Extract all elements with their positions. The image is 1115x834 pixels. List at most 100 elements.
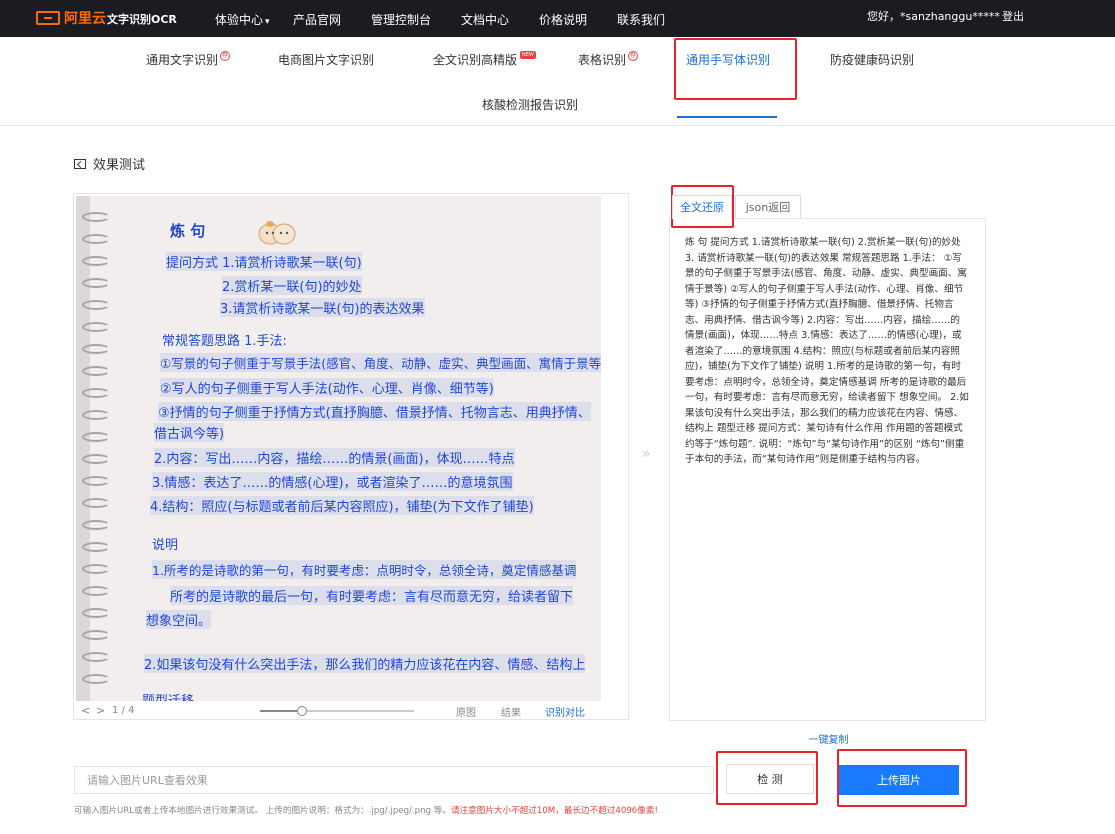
image-url-input[interactable] xyxy=(74,766,714,794)
ocr-line: 3.请赏析诗歌某一联(句)的表达效果 xyxy=(220,298,425,317)
spiral-ring xyxy=(82,366,110,376)
spiral-ring xyxy=(82,234,110,244)
tab-fulltext-restore[interactable]: 全文还原 xyxy=(672,195,732,219)
ocr-line: ②写人的句子侧重于写人手法(动作、心理、肖像、细节等) xyxy=(160,378,494,397)
aliyun-logo[interactable]: 阿里云 xyxy=(36,8,106,28)
ocr-line: 炼 句 xyxy=(170,222,206,240)
spiral-ring xyxy=(82,608,110,618)
view-compare-button[interactable]: 识别对比 xyxy=(545,704,585,719)
handwritten-note-image: 炼 句 提问方式 1.请赏析诗歌某一联(句) 2.赏析某一联(句)的妙处 3.请… xyxy=(76,196,601,701)
spiral-ring xyxy=(82,432,110,442)
highlight-box-detect xyxy=(716,751,818,805)
page-indicator: 1 / 4 xyxy=(112,705,135,716)
code-icon xyxy=(74,158,86,169)
spiral-ring xyxy=(82,652,110,662)
aliyun-logo-icon xyxy=(36,11,60,25)
hint-warning: 请注意图片大小不超过10M，最长边不超过4096像素! xyxy=(450,806,658,816)
zoom-slider-fill xyxy=(260,710,302,712)
spiral-ring xyxy=(82,278,110,288)
ocr-line: 2.内容：写出……内容，描绘……的情景(画面)，体现……特点 xyxy=(154,448,515,467)
nav-contact[interactable]: 联系我们 xyxy=(617,11,665,28)
zoom-slider-handle[interactable] xyxy=(297,706,307,716)
cartoon-sticker-icon xyxy=(258,221,296,245)
next-page-icon[interactable]: > xyxy=(96,704,105,717)
section-title: 效果测试 xyxy=(74,154,145,173)
ocr-line: 说明 xyxy=(152,538,179,553)
nav-experience-center[interactable]: 体验中心 ▾ xyxy=(215,11,270,28)
spiral-ring xyxy=(82,674,110,684)
product-name: 文字识别OCR xyxy=(107,13,177,26)
tab-nucleic-report[interactable]: 核酸检测报告识别 xyxy=(482,96,578,113)
copy-all-link[interactable]: 一键复制 xyxy=(670,731,987,746)
result-text-box: 炼 句 提问方式 1.请赏析诗歌某一联(句) 2.赏析某一联(句)的妙处 3. … xyxy=(669,218,986,746)
logo-text: 阿里云 xyxy=(64,11,106,27)
tab-label: 表格识别 xyxy=(578,53,627,67)
user-greeting: 您好，*sanzhanggu***** xyxy=(867,10,1000,23)
nav-console[interactable]: 管理控制台 xyxy=(371,11,431,28)
view-original-button[interactable]: 原图 xyxy=(456,704,476,719)
logout-link[interactable]: 登出 xyxy=(1002,8,1024,24)
ocr-line: 4.结构：照应(与标题或者前后某内容照应)，铺垫(为下文作了铺垫) xyxy=(150,496,534,515)
recommend-badge: 荐 xyxy=(628,51,639,61)
spiral-ring xyxy=(82,322,110,332)
ocr-type-tabs: 通用文字识别荐 电商图片文字识别 全文识别高精版 NEW 表格识别荐 通用手写体识… xyxy=(0,37,1115,126)
nav-docs[interactable]: 文档中心 xyxy=(461,11,509,28)
spiral-ring xyxy=(82,476,110,486)
zoom-slider[interactable] xyxy=(260,706,414,716)
spiral-ring xyxy=(82,454,110,464)
spiral-ring xyxy=(82,542,110,552)
tab-label: 全文识别高精版 xyxy=(433,53,518,67)
nav-product-site[interactable]: 产品官网 xyxy=(293,11,341,28)
tab-general-text[interactable]: 通用文字识别荐 xyxy=(146,51,231,68)
active-tab-underline xyxy=(677,116,777,118)
recognized-text: 炼 句 提问方式 1.请赏析诗歌某一联(句) 2.赏析某一联(句)的妙处 3. … xyxy=(685,237,969,465)
ocr-line: 常规答题思路 1.手法: xyxy=(162,334,287,349)
result-panel: 全文还原 json返回 炼 句 提问方式 1.请赏析诗歌某一联(句) 2.赏析某… xyxy=(669,191,986,746)
spiral-ring xyxy=(82,630,110,640)
tab-table[interactable]: 表格识别荐 xyxy=(578,51,639,68)
tab-json-return[interactable]: json返回 xyxy=(735,195,801,219)
spiral-ring xyxy=(82,564,110,574)
spiral-ring xyxy=(82,586,110,596)
hint-text: 可输入图片URL或者上传本地图片进行效果测试。 上传的图片说明：格式为：.jpg… xyxy=(74,806,451,816)
tab-ecommerce-text[interactable]: 电商图片文字识别 xyxy=(278,51,374,68)
double-chevron-right-icon: » xyxy=(642,446,651,462)
highlight-box-upload xyxy=(837,749,967,807)
tab-fulltext-hd[interactable]: 全文识别高精版 NEW xyxy=(433,51,536,68)
image-preview-panel: 炼 句 提问方式 1.请赏析诗歌某一联(句) 2.赏析某一联(句)的妙处 3.请… xyxy=(73,193,629,720)
ocr-line: 2.如果该句没有什么突出手法，那么我们的精力应该花在内容、情感、结构上 xyxy=(144,654,586,673)
new-badge: NEW xyxy=(520,51,536,59)
chevron-down-icon: ▾ xyxy=(265,17,270,27)
ocr-line: 3.情感：表达了……的情感(心理)，或者渲染了……的意境氛围 xyxy=(152,472,513,491)
view-result-button[interactable]: 结果 xyxy=(501,704,521,719)
nav-pricing[interactable]: 价格说明 xyxy=(539,11,587,28)
spiral-ring xyxy=(82,344,110,354)
tab-health-code[interactable]: 防疫健康码识别 xyxy=(830,51,914,68)
prev-page-icon[interactable]: < xyxy=(81,704,90,717)
ocr-line: 1.所考的是诗歌的第一句，有时要考虑：点明时令，总领全诗，奠定情感基调 xyxy=(152,560,577,579)
ocr-line: 题型迁移 xyxy=(142,690,194,701)
ocr-line: 2.赏析某一联(句)的妙处 xyxy=(222,276,362,295)
nav-label: 体验中心 xyxy=(215,13,264,27)
spiral-ring xyxy=(82,498,110,508)
ocr-line: ①写景的句子侧重于写景手法(感官、角度、动静、虚实、典型画面、寓情于景等) xyxy=(160,353,601,372)
ocr-line: 提问方式 1.请赏析诗歌某一联(句) xyxy=(166,252,362,271)
upload-hint: 可输入图片URL或者上传本地图片进行效果测试。 上传的图片说明：格式为：.jpg… xyxy=(74,804,658,816)
ocr-line: 借古讽今等) xyxy=(154,423,225,442)
image-controls: < > 1 / 4 原图 结果 识别对比 xyxy=(74,702,628,719)
ocr-line: ③抒情的句子侧重于抒情方式(直抒胸臆、借景抒情、托物言志、用典抒情、 xyxy=(158,402,591,421)
spiral-ring xyxy=(82,388,110,398)
spiral-ring xyxy=(82,410,110,420)
ocr-line: 所考的是诗歌的最后一句，有时要考虑：言有尽而意无穷，给读者留下 xyxy=(170,586,574,605)
recommend-badge: 荐 xyxy=(220,51,231,61)
ocr-line: 想象空间。 xyxy=(146,610,212,629)
spiral-ring xyxy=(82,520,110,530)
spiral-ring xyxy=(82,300,110,310)
section-title-text: 效果测试 xyxy=(93,158,146,173)
spiral-ring xyxy=(82,212,110,222)
spiral-ring xyxy=(82,256,110,266)
tab-label: 通用文字识别 xyxy=(146,53,219,67)
top-nav-bar: 阿里云 文字识别OCR 体验中心 ▾ 产品官网 管理控制台 文档中心 价格说明 联… xyxy=(0,0,1115,37)
highlight-box-tab xyxy=(674,38,797,100)
notebook-spine xyxy=(76,196,90,701)
